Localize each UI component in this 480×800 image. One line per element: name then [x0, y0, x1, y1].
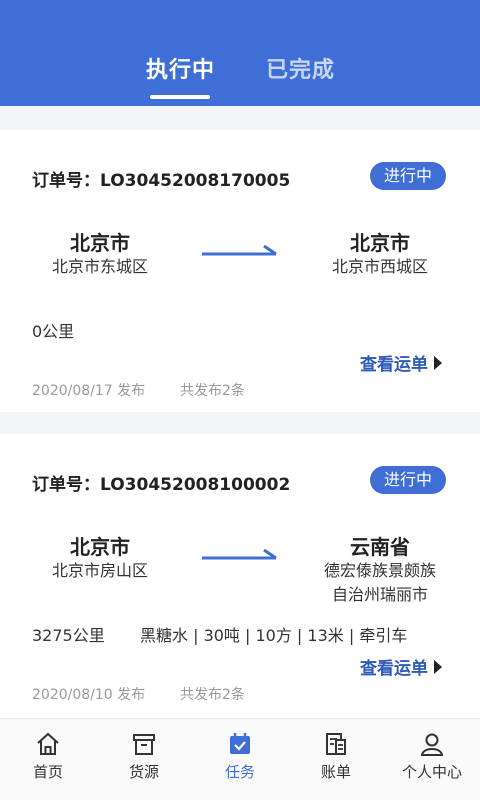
cargo-details: 黑糖水 | 30吨 | 10方 | 13米 | 牵引车 — [140, 626, 408, 645]
destination-city: 北京市 — [350, 231, 410, 255]
order-number: 订单号：LO30452008100002 — [32, 470, 290, 495]
home-icon — [37, 732, 59, 755]
order-number: 订单号：LO30452008170005 — [32, 166, 290, 191]
bottom-navigation: 首页 货源 任务 账单 个人中心 — [0, 718, 480, 800]
order-number-label: 订单号： — [32, 475, 100, 495]
publish-date: 2020/08/17 发布 — [32, 383, 146, 399]
order-card[interactable]: 订单号：LO30452008100002 进行中 北京市 北京市房山区 云南省 … — [0, 434, 480, 718]
top-tab-bar: 执行中 已完成 — [0, 0, 480, 106]
distance: 0公里 — [32, 322, 75, 341]
destination-district-line: 德宏傣族景颇族 — [323, 561, 436, 580]
publish-count: 共发布2条 — [180, 687, 245, 703]
nav-label: 账单 — [320, 763, 351, 781]
nav-label: 个人中心 — [401, 763, 462, 781]
origin-city: 北京市 — [70, 535, 130, 559]
nav-item-tasks[interactable]: 任务 — [192, 731, 288, 782]
origin-district: 北京市房山区 — [51, 561, 148, 580]
order-card[interactable]: 订单号：LO30452008170005 进行中 北京市 北京市东城区 北京市 … — [0, 130, 480, 412]
view-waybill-label: 查看运单 — [360, 355, 428, 375]
user-icon — [420, 733, 444, 756]
nav-label: 任务 — [224, 763, 255, 781]
nav-label: 首页 — [32, 763, 63, 781]
caret-right-icon — [434, 659, 442, 674]
publish-count: 共发布2条 — [180, 383, 245, 399]
route-arrow-icon — [202, 548, 277, 560]
nav-label: 货源 — [128, 763, 159, 781]
task-calendar-icon — [230, 733, 250, 754]
view-waybill-label: 查看运单 — [360, 659, 428, 679]
box-icon — [133, 734, 155, 755]
status-badge: 进行中 — [369, 162, 446, 190]
nav-item-profile[interactable]: 个人中心 — [384, 731, 480, 782]
order-number-value: LO30452008100002 — [100, 475, 291, 495]
publish-date: 2020/08/10 发布 — [32, 687, 146, 703]
active-tab-indicator — [150, 95, 210, 99]
nav-item-bills[interactable]: 账单 — [288, 731, 384, 782]
tab-in-progress[interactable]: 执行中 — [146, 52, 215, 84]
nav-item-goods[interactable]: 货源 — [96, 731, 192, 782]
order-number-value: LO30452008170005 — [100, 171, 291, 191]
origin-district: 北京市东城区 — [51, 257, 148, 276]
caret-right-icon — [434, 355, 442, 370]
view-waybill-link[interactable]: 查看运单 — [360, 654, 442, 679]
status-badge: 进行中 — [369, 466, 446, 494]
order-number-label: 订单号： — [32, 171, 100, 191]
destination-city: 云南省 — [350, 535, 410, 559]
destination-district-line: 自治州瑞丽市 — [331, 585, 428, 604]
distance: 3275公里 — [32, 626, 105, 645]
destination-district-line: 北京市西城区 — [331, 257, 428, 276]
tab-completed[interactable]: 已完成 — [266, 52, 335, 84]
nav-item-home[interactable]: 首页 — [0, 731, 96, 782]
view-waybill-link[interactable]: 查看运单 — [360, 350, 442, 375]
origin-city: 北京市 — [70, 231, 130, 255]
route-arrow-icon — [202, 244, 277, 256]
bill-icon — [326, 733, 346, 755]
destination-district: 北京市西城区 — [300, 255, 460, 279]
destination-district: 德宏傣族景颇族 自治州瑞丽市 — [300, 559, 460, 607]
